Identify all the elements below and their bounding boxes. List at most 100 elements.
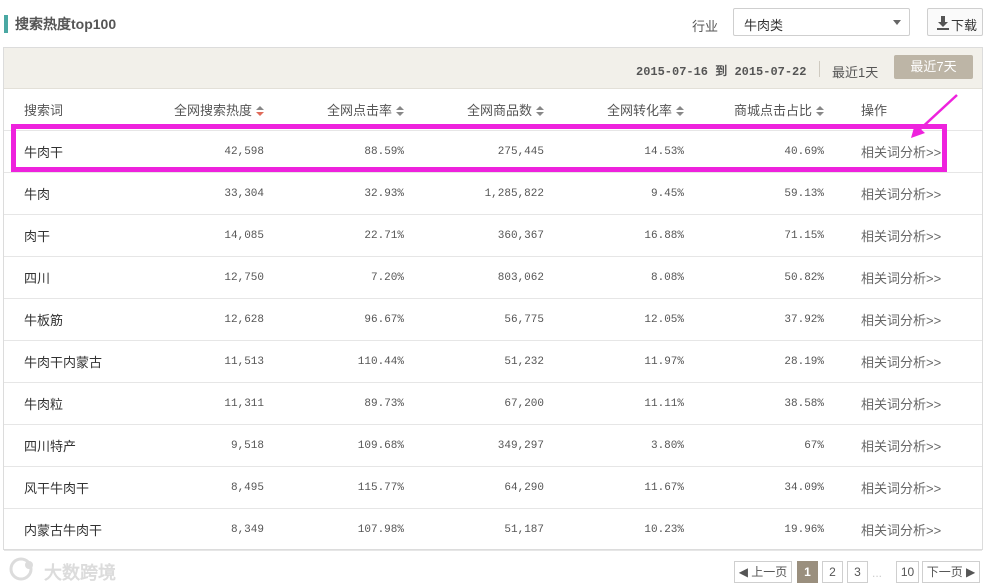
cell-ctr: 7.20% xyxy=(264,256,404,299)
row-action-cell: 相关词分析>> xyxy=(824,424,982,467)
panel-toolbar: 2015-07-16 到 2015-07-22 最近1天 最近7天 xyxy=(4,48,982,89)
col-header-keyword: 搜索词 xyxy=(4,89,144,131)
related-words-link[interactable]: 相关词分析>> xyxy=(861,355,941,370)
cell-heat: 11,311 xyxy=(144,382,264,425)
annotation-arrow-icon xyxy=(911,94,958,138)
ranking-panel: 2015-07-16 到 2015-07-22 最近1天 最近7天 搜索词 全网… xyxy=(3,47,983,551)
cell-heat: 42,598 xyxy=(144,130,264,173)
page-button-2[interactable]: 2 xyxy=(822,561,843,583)
download-button[interactable]: 下载 xyxy=(927,8,983,36)
col-header-cvr[interactable]: 全网转化率 xyxy=(544,89,684,131)
next-page-button[interactable]: 下一页 ▶ xyxy=(922,561,980,583)
row-action-cell: 相关词分析>> xyxy=(824,172,982,215)
cell-cvr: 11.97% xyxy=(544,340,684,383)
sort-icon xyxy=(676,106,684,117)
table-row: 牛肉干内蒙古 11,513 110.44% 51,232 11.97% 28.19% 相关词… xyxy=(4,340,982,383)
related-words-link[interactable]: 相关词分析>> xyxy=(861,229,941,244)
sort-icon xyxy=(816,106,824,117)
cell-ctr: 115.77% xyxy=(264,466,404,509)
cell-mall: 34.09% xyxy=(684,466,824,509)
table-row: 风干牛肉干 8,495 115.77% 64,290 11.67% 34.09% 相关词分析… xyxy=(4,466,982,509)
related-words-link[interactable]: 相关词分析>> xyxy=(861,397,941,412)
cell-cvr: 14.53% xyxy=(544,130,684,173)
cell-mall: 67% xyxy=(684,424,824,467)
cell-ctr: 89.73% xyxy=(264,382,404,425)
row-action-cell: 相关词分析>> xyxy=(824,340,982,383)
sort-icon xyxy=(256,106,264,117)
cell-keyword: 牛肉粒 xyxy=(4,382,144,425)
cell-mall: 40.69% xyxy=(684,130,824,173)
col-header-ctr-label: 全网点击率 xyxy=(326,103,392,118)
cell-mall: 71.15% xyxy=(684,214,824,257)
related-words-link[interactable]: 相关词分析>> xyxy=(861,481,941,496)
table-row: 牛板筋 12,628 96.67% 56,775 12.05% 37.92% 相关词分析>> xyxy=(4,298,982,341)
cell-keyword: 风干牛肉干 xyxy=(4,466,144,509)
page-button-last[interactable]: 10 xyxy=(896,561,919,583)
related-words-link[interactable]: 相关词分析>> xyxy=(861,145,941,160)
prev-page-button[interactable]: ◀ 上一页 xyxy=(734,561,792,583)
cell-keyword: 肉干 xyxy=(4,214,144,257)
col-header-heat-label: 全网搜索热度 xyxy=(173,103,252,118)
related-words-link[interactable]: 相关词分析>> xyxy=(861,187,941,202)
page-button-1[interactable]: 1 xyxy=(797,561,818,583)
col-header-mall-label: 商城点击占比 xyxy=(733,103,812,118)
cell-ctr: 32.93% xyxy=(264,172,404,215)
watermark: 大数跨境 xyxy=(8,556,116,583)
industry-select[interactable]: 牛肉类 xyxy=(733,8,910,36)
cell-heat: 11,513 xyxy=(144,340,264,383)
cell-ctr: 107.98% xyxy=(264,508,404,551)
cell-items: 51,187 xyxy=(404,508,544,551)
cell-ctr: 88.59% xyxy=(264,130,404,173)
cell-items: 56,775 xyxy=(404,298,544,341)
range-7d-button[interactable]: 最近7天 xyxy=(894,55,973,79)
range-1d-button[interactable]: 最近1天 xyxy=(832,62,878,81)
cell-keyword: 四川 xyxy=(4,256,144,299)
prev-page-label: 上一页 xyxy=(751,565,788,579)
keyword-table: 搜索词 全网搜索热度 全网点击率 全网商品数 全网转化率 商城点击占比 操作 牛… xyxy=(4,89,982,551)
col-header-items-label: 全网商品数 xyxy=(466,103,532,118)
cell-mall: 50.82% xyxy=(684,256,824,299)
table-row: 四川 12,750 7.20% 803,062 8.08% 50.82% 相关词分析>> xyxy=(4,256,982,299)
industry-label: 行业 xyxy=(692,19,719,34)
related-words-link[interactable]: 相关词分析>> xyxy=(861,523,941,538)
cell-items: 1,285,822 xyxy=(404,172,544,215)
col-header-mall[interactable]: 商城点击占比 xyxy=(684,89,824,131)
cell-keyword: 牛肉干内蒙古 xyxy=(4,340,144,383)
col-header-heat[interactable]: 全网搜索热度 xyxy=(144,89,264,131)
row-action-cell: 相关词分析>> xyxy=(824,382,982,425)
cell-keyword: 内蒙古牛肉干 xyxy=(4,508,144,551)
next-page-label: 下一页 xyxy=(926,565,963,579)
sort-icon xyxy=(396,106,404,117)
cell-keyword: 牛肉 xyxy=(4,172,144,215)
page-button-3[interactable]: 3 xyxy=(847,561,868,583)
related-words-link[interactable]: 相关词分析>> xyxy=(861,271,941,286)
cell-mall: 28.19% xyxy=(684,340,824,383)
related-words-link[interactable]: 相关词分析>> xyxy=(861,313,941,328)
watermark-logo-icon xyxy=(9,557,33,581)
date-to-word: 到 xyxy=(715,65,728,79)
cell-mall: 59.13% xyxy=(684,172,824,215)
date-to: 2015-07-22 xyxy=(734,65,807,79)
cell-items: 64,290 xyxy=(404,466,544,509)
cell-items: 360,367 xyxy=(404,214,544,257)
col-header-cvr-label: 全网转化率 xyxy=(606,103,672,118)
related-words-link[interactable]: 相关词分析>> xyxy=(861,439,941,454)
row-action-cell: 相关词分析>> xyxy=(824,508,982,551)
cell-heat: 12,628 xyxy=(144,298,264,341)
row-action-cell: 相关词分析>> xyxy=(824,466,982,509)
cell-mall: 38.58% xyxy=(684,382,824,425)
date-range: 2015-07-16 到 2015-07-22 xyxy=(636,62,806,79)
cell-cvr: 9.45% xyxy=(544,172,684,215)
table-row: 内蒙古牛肉干 8,349 107.98% 51,187 10.23% 19.96% 相关词分… xyxy=(4,508,982,551)
cell-items: 67,200 xyxy=(404,382,544,425)
col-header-items[interactable]: 全网商品数 xyxy=(404,89,544,131)
pagination-ellipsis: ... xyxy=(872,566,883,580)
row-action-cell: 相关词分析>> xyxy=(824,298,982,341)
cell-items: 51,232 xyxy=(404,340,544,383)
table-header-row: 搜索词 全网搜索热度 全网点击率 全网商品数 全网转化率 商城点击占比 操作 xyxy=(4,89,982,131)
cell-cvr: 12.05% xyxy=(544,298,684,341)
chevron-down-icon xyxy=(893,20,901,25)
col-header-ctr[interactable]: 全网点击率 xyxy=(264,89,404,131)
cell-heat: 8,349 xyxy=(144,508,264,551)
cell-heat: 33,304 xyxy=(144,172,264,215)
